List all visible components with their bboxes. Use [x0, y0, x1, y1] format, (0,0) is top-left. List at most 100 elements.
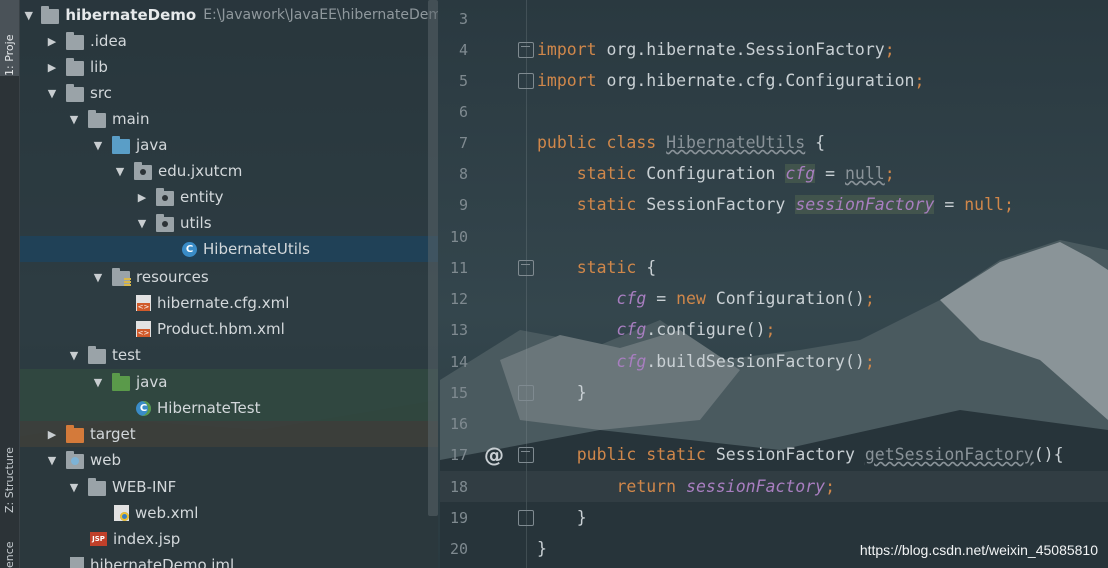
chevron-down-icon[interactable]: ▼ — [92, 139, 104, 152]
code-text: } — [537, 539, 547, 558]
chevron-right-icon[interactable]: ▶ — [46, 428, 58, 441]
xml-file-icon — [136, 295, 151, 311]
code-line: 3 — [440, 3, 1108, 34]
chevron-right-icon[interactable]: ▶ — [46, 61, 58, 74]
tree-item-main[interactable]: ▼ main — [20, 106, 438, 132]
favorites-tool-tab[interactable]: ence — [0, 530, 19, 568]
tree-item-label: edu.jxutcm — [158, 162, 243, 180]
package-icon — [134, 161, 152, 180]
test-class-icon: C — [136, 400, 151, 416]
tree-item-cfg-xml[interactable]: hibernate.cfg.xml — [20, 290, 438, 316]
tree-item-target[interactable]: ▶ target — [20, 421, 438, 447]
line-number: 14 — [449, 352, 468, 371]
line-number: 13 — [449, 320, 468, 339]
current-code-line: 18 return sessionFactory; — [440, 471, 1108, 502]
tree-item-utils[interactable]: ▼ utils — [20, 210, 438, 236]
package-icon — [156, 213, 174, 232]
chevron-down-icon[interactable]: ▼ — [68, 113, 80, 126]
code-editor[interactable]: 3 4 import org.hibernate.SessionFactory;… — [440, 0, 1108, 568]
tree-item-web-xml[interactable]: web.xml — [20, 500, 438, 526]
tree-item-hbm-xml[interactable]: Product.hbm.xml — [20, 316, 438, 342]
tree-item-idea[interactable]: ▶ .idea — [20, 28, 438, 54]
favorites-tab-label: ence — [3, 541, 16, 568]
excluded-folder-icon — [66, 424, 84, 443]
line-number: 19 — [449, 508, 468, 527]
tree-item-index-jsp[interactable]: JSP index.jsp — [20, 526, 438, 552]
line-number: 4 — [458, 40, 468, 59]
folder-icon — [66, 31, 84, 50]
folder-icon — [66, 83, 84, 102]
line-number: 18 — [449, 477, 468, 496]
module-file-icon — [70, 557, 84, 568]
chevron-down-icon[interactable]: ▼ — [92, 376, 104, 389]
tree-item-hibernatetest[interactable]: C HibernateTest — [20, 395, 438, 421]
tree-item-web[interactable]: ▼ web — [20, 447, 438, 473]
line-number: 5 — [458, 71, 468, 90]
tree-item-test-java[interactable]: ▼ java — [20, 369, 438, 395]
chevron-down-icon[interactable]: ▼ — [68, 481, 80, 494]
line-number: 8 — [458, 164, 468, 183]
fold-end-icon[interactable] — [518, 72, 534, 89]
folder-icon — [88, 477, 106, 496]
tree-item-label: main — [112, 110, 150, 128]
tree-item-lib[interactable]: ▶ lib — [20, 54, 438, 80]
annotation-at-icon[interactable]: @ — [484, 443, 504, 467]
package-icon — [156, 187, 174, 206]
tree-item-src[interactable]: ▼ src — [20, 80, 438, 106]
class-icon: C — [182, 241, 197, 257]
tree-item-main-java[interactable]: ▼ java — [20, 132, 438, 158]
code-text: static Configuration cfg = null; — [576, 164, 895, 183]
line-number: 6 — [458, 102, 468, 121]
code-line: 4 import org.hibernate.SessionFactory; — [440, 34, 1108, 65]
tree-item-test[interactable]: ▼ test — [20, 342, 438, 368]
tree-item-label: hibernateDemo.iml — [90, 556, 235, 568]
tree-item-package[interactable]: ▼ edu.jxutcm — [20, 158, 438, 184]
code-text: public static SessionFactory getSessionF… — [576, 445, 1064, 464]
line-number: 7 — [458, 133, 468, 152]
tree-item-label: web.xml — [135, 504, 199, 522]
tree-root-row[interactable]: ▼ hibernateDemo E:\Javawork\JavaEE\hiber… — [20, 2, 438, 28]
tree-item-label: resources — [136, 268, 209, 286]
web-xml-icon — [114, 505, 129, 521]
chevron-down-icon[interactable]: ▼ — [114, 165, 126, 178]
tree-item-label: hibernate.cfg.xml — [157, 294, 290, 312]
code-text: import org.hibernate.cfg.Configuration; — [537, 71, 925, 90]
tree-item-resources[interactable]: ▼ resources — [20, 264, 438, 290]
chevron-down-icon[interactable]: ▼ — [68, 349, 80, 362]
fold-icon[interactable] — [518, 41, 534, 58]
fold-icon[interactable] — [518, 446, 534, 463]
tree-item-hibernateutils[interactable]: C HibernateUtils — [20, 236, 438, 262]
tree-item-label: entity — [180, 188, 224, 206]
fold-end-icon[interactable] — [518, 509, 534, 526]
chevron-down-icon[interactable]: ▼ — [92, 271, 104, 284]
tree-item-label: .idea — [90, 32, 127, 50]
code-text: cfg.configure(); — [616, 320, 776, 339]
tree-item-entity[interactable]: ▶ entity — [20, 184, 438, 210]
chevron-down-icon[interactable]: ▼ — [46, 87, 58, 100]
tree-item-label: HibernateUtils — [203, 240, 310, 258]
project-tab-label: 1: Proje — [3, 34, 16, 76]
code-line: 14 cfg.buildSessionFactory(); — [440, 346, 1108, 377]
code-line: 7 public class HibernateUtils { — [440, 127, 1108, 158]
test-source-folder-icon — [112, 372, 130, 391]
chevron-down-icon[interactable]: ▼ — [24, 9, 33, 22]
line-number: 9 — [458, 195, 468, 214]
fold-icon[interactable] — [518, 259, 534, 276]
tree-item-label: web — [90, 451, 122, 469]
code-line: 10 — [440, 221, 1108, 252]
chevron-right-icon[interactable]: ▶ — [136, 191, 148, 204]
code-line: 8 static Configuration cfg = null; — [440, 158, 1108, 189]
project-tree-scrollbar[interactable] — [428, 0, 438, 516]
chevron-down-icon[interactable]: ▼ — [136, 217, 148, 230]
line-number: 11 — [449, 258, 468, 277]
code-text: static { — [576, 258, 657, 277]
project-tool-tab[interactable]: 1: Proje — [0, 0, 19, 76]
line-number: 10 — [449, 227, 468, 246]
tree-item-web-inf[interactable]: ▼ WEB-INF — [20, 474, 438, 500]
code-text: static SessionFactory sessionFactory = n… — [576, 195, 1014, 214]
tree-item-iml[interactable]: hibernateDemo.iml — [20, 552, 438, 568]
chevron-right-icon[interactable]: ▶ — [46, 35, 58, 48]
structure-tool-tab[interactable]: Z: Structure — [0, 405, 19, 513]
fold-end-icon[interactable] — [518, 384, 534, 401]
chevron-down-icon[interactable]: ▼ — [46, 454, 58, 467]
